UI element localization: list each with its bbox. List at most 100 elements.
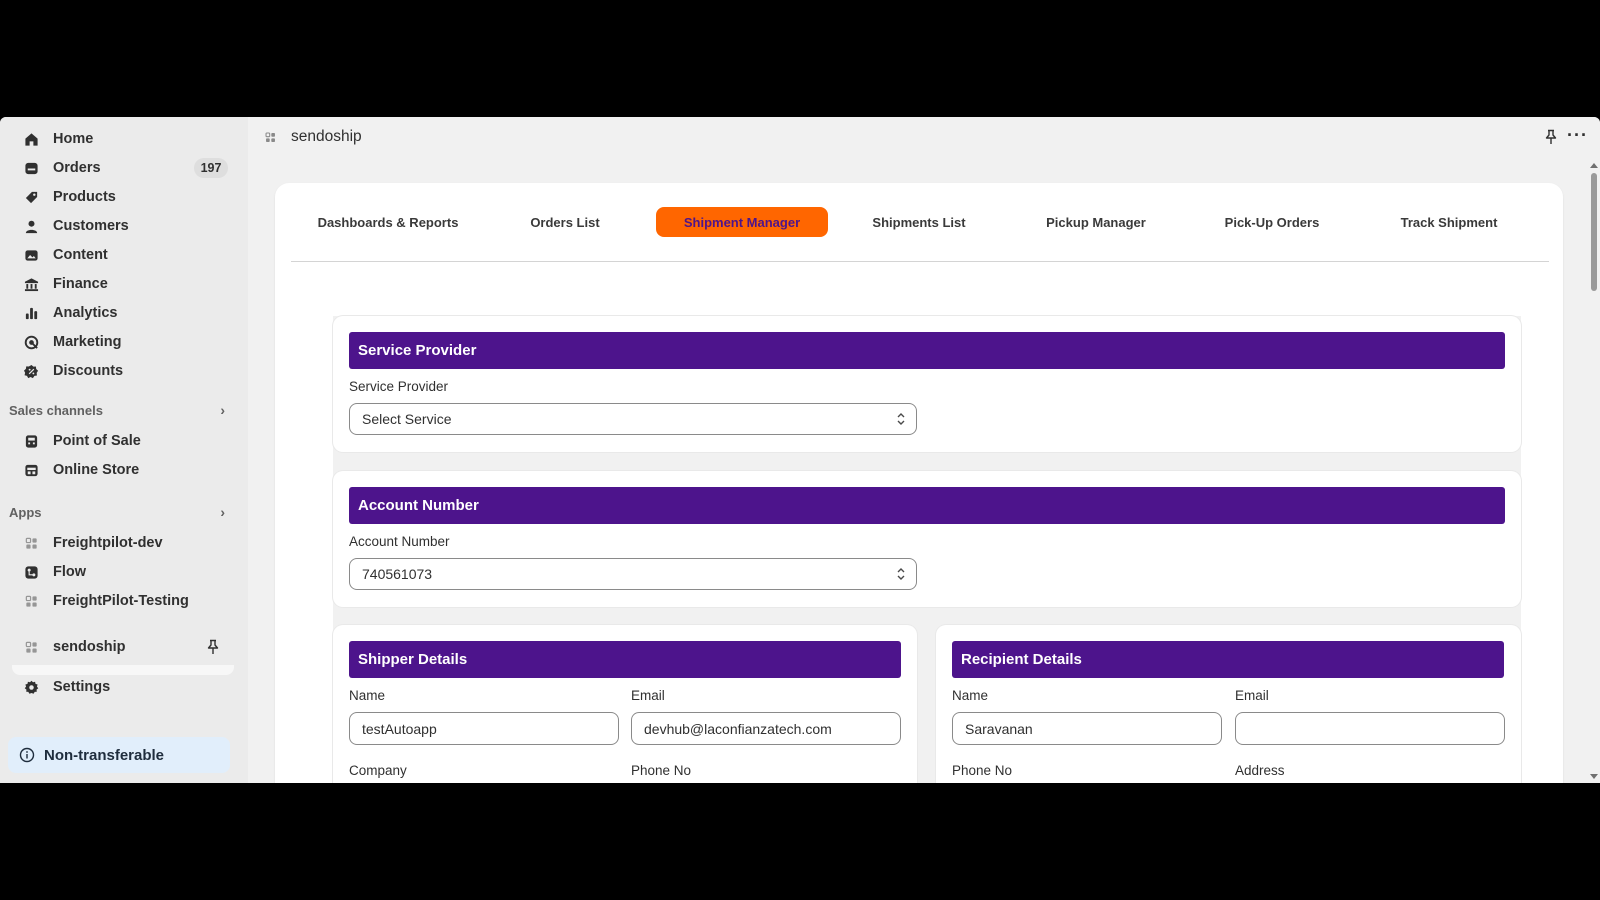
notice-label: Non-transferable xyxy=(44,746,165,764)
account-number-value: 740561073 xyxy=(362,566,433,582)
sidebar-item-label: sendoship xyxy=(53,639,126,655)
app-header: sendoship ··· xyxy=(248,117,1600,159)
sidebar-item-label: Point of Sale xyxy=(53,433,141,449)
sidebar-item-settings[interactable]: Settings xyxy=(12,673,234,701)
account-number-label: Account Number xyxy=(349,534,450,549)
select-arrows-icon xyxy=(896,411,906,430)
sidebar-item-flow[interactable]: Flow xyxy=(12,558,234,586)
more-options-icon[interactable]: ··· xyxy=(1567,125,1588,146)
shipper-details-panel: Shipper Details Name Email Company Phone… xyxy=(333,625,917,783)
shipper-name-input[interactable] xyxy=(349,712,619,745)
pin-icon[interactable] xyxy=(1544,129,1558,150)
shipper-email-label: Email xyxy=(631,688,665,703)
tab-pick-up-orders[interactable]: Pick-Up Orders xyxy=(1186,207,1358,237)
info-icon xyxy=(19,747,35,763)
recipient-name-label: Name xyxy=(952,688,989,703)
tab-shipments-list[interactable]: Shipments List xyxy=(833,207,1005,237)
sidebar-item-analytics[interactable]: Analytics xyxy=(12,299,234,327)
tag-icon xyxy=(23,189,39,205)
target-icon xyxy=(23,334,39,350)
shipment-form: Service Provider Service Provider Select… xyxy=(333,316,1521,783)
sidebar-item-label: Finance xyxy=(53,276,108,292)
sidebar-item-label: Marketing xyxy=(53,334,122,350)
recipient-name-input[interactable] xyxy=(952,712,1222,745)
tab-dashboards-reports[interactable]: Dashboards & Reports xyxy=(302,207,474,237)
sidebar-item-orders[interactable]: Orders 197 xyxy=(12,154,234,182)
shipper-company-label: Company xyxy=(349,763,407,778)
gear-icon xyxy=(23,679,39,695)
non-transferable-notice[interactable]: Non-transferable xyxy=(8,737,230,773)
image-icon xyxy=(23,247,39,263)
sidebar: Home Orders 197 Products Customers Conte… xyxy=(0,117,248,783)
sidebar-item-label: FreightPilot-Testing xyxy=(53,593,189,609)
sidebar-item-home[interactable]: Home xyxy=(12,125,234,153)
sidebar-item-discounts[interactable]: Discounts xyxy=(12,357,234,385)
sidebar-item-label: Freightpilot-dev xyxy=(53,535,163,551)
sidebar-item-freightpilot-testing[interactable]: FreightPilot-Testing xyxy=(12,587,234,615)
bank-icon xyxy=(23,276,39,292)
flow-icon xyxy=(23,564,39,580)
sidebar-item-customers[interactable]: Customers xyxy=(12,212,234,240)
recipient-email-label: Email xyxy=(1235,688,1269,703)
sidebar-item-label: Online Store xyxy=(53,462,140,478)
scroll-down-arrow-icon[interactable] xyxy=(1590,774,1598,779)
service-provider-heading: Service Provider xyxy=(349,332,1505,369)
tab-shipment-manager[interactable]: Shipment Manager xyxy=(656,207,828,237)
sales-channels-label: Sales channels xyxy=(9,402,103,418)
service-provider-panel: Service Provider Service Provider Select… xyxy=(333,316,1521,452)
account-number-heading: Account Number xyxy=(349,487,1505,524)
orders-count-badge: 197 xyxy=(194,158,228,178)
sidebar-item-label: Content xyxy=(53,247,108,263)
main-content: Dashboards & Reports Orders List Shipmen… xyxy=(275,183,1563,783)
sidebar-item-content[interactable]: Content xyxy=(12,241,234,269)
apps-label: Apps xyxy=(9,504,42,520)
apps-heading[interactable]: Apps › xyxy=(9,502,235,522)
account-number-select[interactable]: 740561073 xyxy=(349,558,917,590)
store-icon xyxy=(23,462,39,478)
tabs-divider xyxy=(291,261,1549,262)
tab-bar: Dashboards & Reports Orders List Shipmen… xyxy=(291,207,1549,237)
sidebar-item-marketing[interactable]: Marketing xyxy=(12,328,234,356)
sidebar-item-online-store[interactable]: Online Store xyxy=(12,456,234,484)
sidebar-item-label: Customers xyxy=(53,218,129,234)
orders-icon xyxy=(23,160,39,176)
page-title: sendoship xyxy=(291,128,362,145)
sidebar-item-freightpilot-dev[interactable]: Freightpilot-dev xyxy=(12,529,234,557)
chevron-right-icon: › xyxy=(220,504,225,520)
tab-pickup-manager[interactable]: Pickup Manager xyxy=(1010,207,1182,237)
shipper-details-heading: Shipper Details xyxy=(349,641,901,678)
service-provider-select[interactable]: Select Service xyxy=(349,403,917,435)
tab-track-shipment[interactable]: Track Shipment xyxy=(1363,207,1535,237)
chevron-right-icon: › xyxy=(220,402,225,418)
service-provider-value: Select Service xyxy=(362,411,452,427)
recipient-address-label: Address xyxy=(1235,763,1285,778)
app-grid-icon xyxy=(23,639,39,655)
sidebar-item-finance[interactable]: Finance xyxy=(12,270,234,298)
sidebar-item-label: Orders xyxy=(53,160,101,176)
sales-channels-heading[interactable]: Sales channels › xyxy=(9,400,235,420)
pin-icon[interactable] xyxy=(206,639,220,659)
recipient-email-input[interactable] xyxy=(1235,712,1505,745)
tab-orders-list[interactable]: Orders List xyxy=(479,207,651,237)
shipper-email-input[interactable] xyxy=(631,712,901,745)
sidebar-item-label: Settings xyxy=(53,679,111,695)
sidebar-item-label: Flow xyxy=(53,564,87,580)
sidebar-item-products[interactable]: Products xyxy=(12,183,234,211)
discount-icon xyxy=(23,363,39,379)
home-icon xyxy=(23,131,39,147)
scrollbar-thumb[interactable] xyxy=(1591,173,1597,291)
sidebar-item-label: Home xyxy=(53,131,94,147)
sidebar-item-label: Analytics xyxy=(53,305,118,321)
app-grid-icon xyxy=(23,535,39,551)
person-icon xyxy=(23,218,39,234)
sidebar-item-point-of-sale[interactable]: Point of Sale xyxy=(12,427,234,455)
recipient-details-heading: Recipient Details xyxy=(952,641,1504,678)
shipper-name-label: Name xyxy=(349,688,386,703)
recipient-phone-label: Phone No xyxy=(952,763,1013,778)
service-provider-label: Service Provider xyxy=(349,379,449,394)
app-grid-icon xyxy=(23,593,39,609)
sidebar-item-sendoship[interactable]: sendoship xyxy=(12,633,234,661)
recipient-details-panel: Recipient Details Name Email Phone No Ad… xyxy=(936,625,1521,783)
account-number-panel: Account Number Account Number 740561073 xyxy=(333,471,1521,607)
scroll-up-arrow-icon[interactable] xyxy=(1590,163,1598,168)
